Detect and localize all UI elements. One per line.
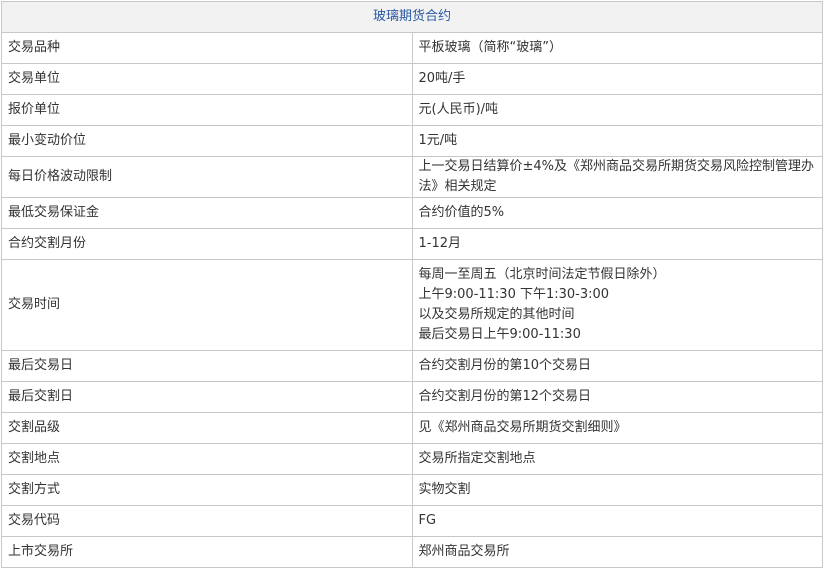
row-label: 交割地点 xyxy=(1,443,413,475)
row-label: 最低交易保证金 xyxy=(1,197,413,229)
row-label: 最小变动价位 xyxy=(1,125,413,157)
table-row: 上市交易所 郑州商品交易所 xyxy=(1,536,823,568)
table-row: 交易代码 FG xyxy=(1,505,823,537)
row-label: 交割品级 xyxy=(1,412,413,444)
row-value: 郑州商品交易所 xyxy=(411,536,823,568)
row-label: 交割方式 xyxy=(1,474,413,506)
trading-time-line: 上午9:00-11:30 下午1:30-3:00 xyxy=(418,287,610,302)
row-value: 上一交易日结算价±4%及《郑州商品交易所期货交易风险控制管理办法》相关规定 xyxy=(411,156,823,198)
contract-spec-container: 玻璃期货合约 交易品种 平板玻璃（简称“玻璃”） 交易单位 20吨/手 报价单位… xyxy=(1,1,823,568)
row-value: 合约交割月份的第12个交易日 xyxy=(411,381,823,413)
row-label: 交易时间 xyxy=(1,259,413,351)
row-value: 合约价值的5% xyxy=(411,197,823,229)
row-label: 最后交易日 xyxy=(1,350,413,382)
table-caption-row: 玻璃期货合约 xyxy=(1,1,823,33)
row-label: 交易品种 xyxy=(1,32,413,64)
row-label: 上市交易所 xyxy=(1,536,413,568)
table-row: 交割方式 实物交割 xyxy=(1,474,823,506)
table-row: 最小变动价位 1元/吨 xyxy=(1,125,823,157)
row-label: 每日价格波动限制 xyxy=(1,156,413,198)
row-value: 1元/吨 xyxy=(411,125,823,157)
table-row: 最后交割日 合约交割月份的第12个交易日 xyxy=(1,381,823,413)
table-row: 最后交易日 合约交割月份的第10个交易日 xyxy=(1,350,823,382)
row-value: FG xyxy=(411,505,823,537)
table-row-trading-time: 交易时间 每周一至周五（北京时间法定节假日除外） 上午9:00-11:30 下午… xyxy=(1,259,823,351)
table-row: 交割地点 交易所指定交割地点 xyxy=(1,443,823,475)
table-row: 报价单位 元(人民币)/吨 xyxy=(1,94,823,126)
table-title: 玻璃期货合约 xyxy=(1,1,823,33)
row-value: 合约交割月份的第10个交易日 xyxy=(411,350,823,382)
row-value: 元(人民币)/吨 xyxy=(411,94,823,126)
row-label: 合约交割月份 xyxy=(1,228,413,260)
table-row: 交割品级 见《郑州商品交易所期货交割细则》 xyxy=(1,412,823,444)
row-value: 20吨/手 xyxy=(411,63,823,95)
contract-spec-table: 玻璃期货合约 交易品种 平板玻璃（简称“玻璃”） 交易单位 20吨/手 报价单位… xyxy=(1,1,823,568)
row-label: 交易单位 xyxy=(1,63,413,95)
trading-time-line: 以及交易所规定的其他时间 xyxy=(418,307,575,322)
table-row: 交易单位 20吨/手 xyxy=(1,63,823,95)
trading-time-line: 每周一至周五（北京时间法定节假日除外） xyxy=(418,267,666,282)
table-row: 每日价格波动限制 上一交易日结算价±4%及《郑州商品交易所期货交易风险控制管理办… xyxy=(1,156,823,198)
table-row: 合约交割月份 1-12月 xyxy=(1,228,823,260)
row-label: 报价单位 xyxy=(1,94,413,126)
table-row: 最低交易保证金 合约价值的5% xyxy=(1,197,823,229)
row-label: 最后交割日 xyxy=(1,381,413,413)
table-row: 交易品种 平板玻璃（简称“玻璃”） xyxy=(1,32,823,64)
trading-time-value: 每周一至周五（北京时间法定节假日除外） 上午9:00-11:30 下午1:30-… xyxy=(411,259,823,351)
row-label: 交易代码 xyxy=(1,505,413,537)
trading-time-line: 最后交易日上午9:00-11:30 xyxy=(418,327,581,342)
row-value: 1-12月 xyxy=(411,228,823,260)
row-value: 平板玻璃（简称“玻璃”） xyxy=(411,32,823,64)
row-value: 交易所指定交割地点 xyxy=(411,443,823,475)
row-value: 见《郑州商品交易所期货交割细则》 xyxy=(411,412,823,444)
row-value: 实物交割 xyxy=(411,474,823,506)
